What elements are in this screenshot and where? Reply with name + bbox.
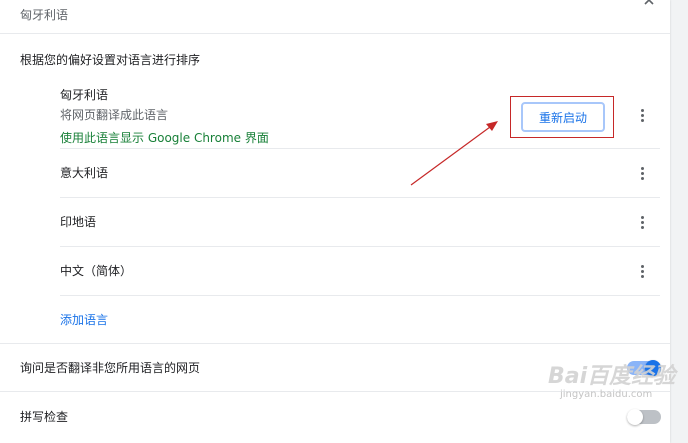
watermark-url: jingyan.baidu.com xyxy=(560,389,653,400)
watermark-logo: Bai百度经验 xyxy=(548,364,676,389)
